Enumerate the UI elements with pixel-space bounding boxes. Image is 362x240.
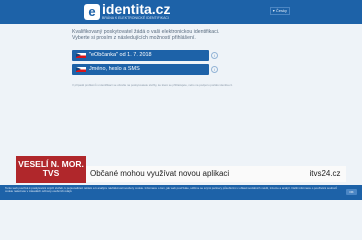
logo-text: identita.cz	[102, 1, 171, 17]
intro-line-2: Vyberte si prosím z následujících možnos…	[72, 35, 196, 42]
tv-headline-banner: Občané mohou využívat novou aplikaci	[86, 166, 304, 182]
info-icon[interactable]: i	[211, 52, 218, 59]
cookie-notice-text: Tento web používá k poskytování svých sl…	[5, 186, 338, 194]
czech-flag-icon	[76, 53, 86, 58]
logo-e-icon: e	[84, 4, 100, 20]
top-header: e identita.cz BRÁNA K ELEKTRONICKÉ IDENT…	[0, 0, 362, 24]
help-footnote: V případě problémů s identifikací se obr…	[72, 83, 233, 87]
logo-subtitle: BRÁNA K ELEKTRONICKÉ IDENTIFIKACI	[102, 16, 169, 20]
login-option-label: "eObčanka" od 1. 7. 2018	[89, 52, 152, 58]
tv-station-label: VESELÍ N. MOR. TVS	[16, 156, 86, 183]
login-option-label: Jméno, heslo a SMS	[89, 66, 140, 72]
info-icon[interactable]: i	[211, 66, 218, 73]
cookie-bar: Tento web používá k poskytování svých sl…	[0, 185, 362, 200]
language-select[interactable]: ▾ Česky	[269, 7, 290, 15]
intro-text: Kvalifikovaný poskytovatel žádá o vaši e…	[72, 29, 292, 42]
czech-flag-icon	[76, 67, 86, 72]
login-option-password-sms[interactable]: Jméno, heslo a SMS	[72, 64, 209, 75]
tv-station-code: TVS	[42, 168, 60, 178]
cookie-accept-button[interactable]: OK	[346, 189, 357, 195]
tv-website-label: itvs24.cz	[304, 166, 346, 182]
login-option-eobcanka[interactable]: "eObčanka" od 1. 7. 2018	[72, 50, 209, 61]
